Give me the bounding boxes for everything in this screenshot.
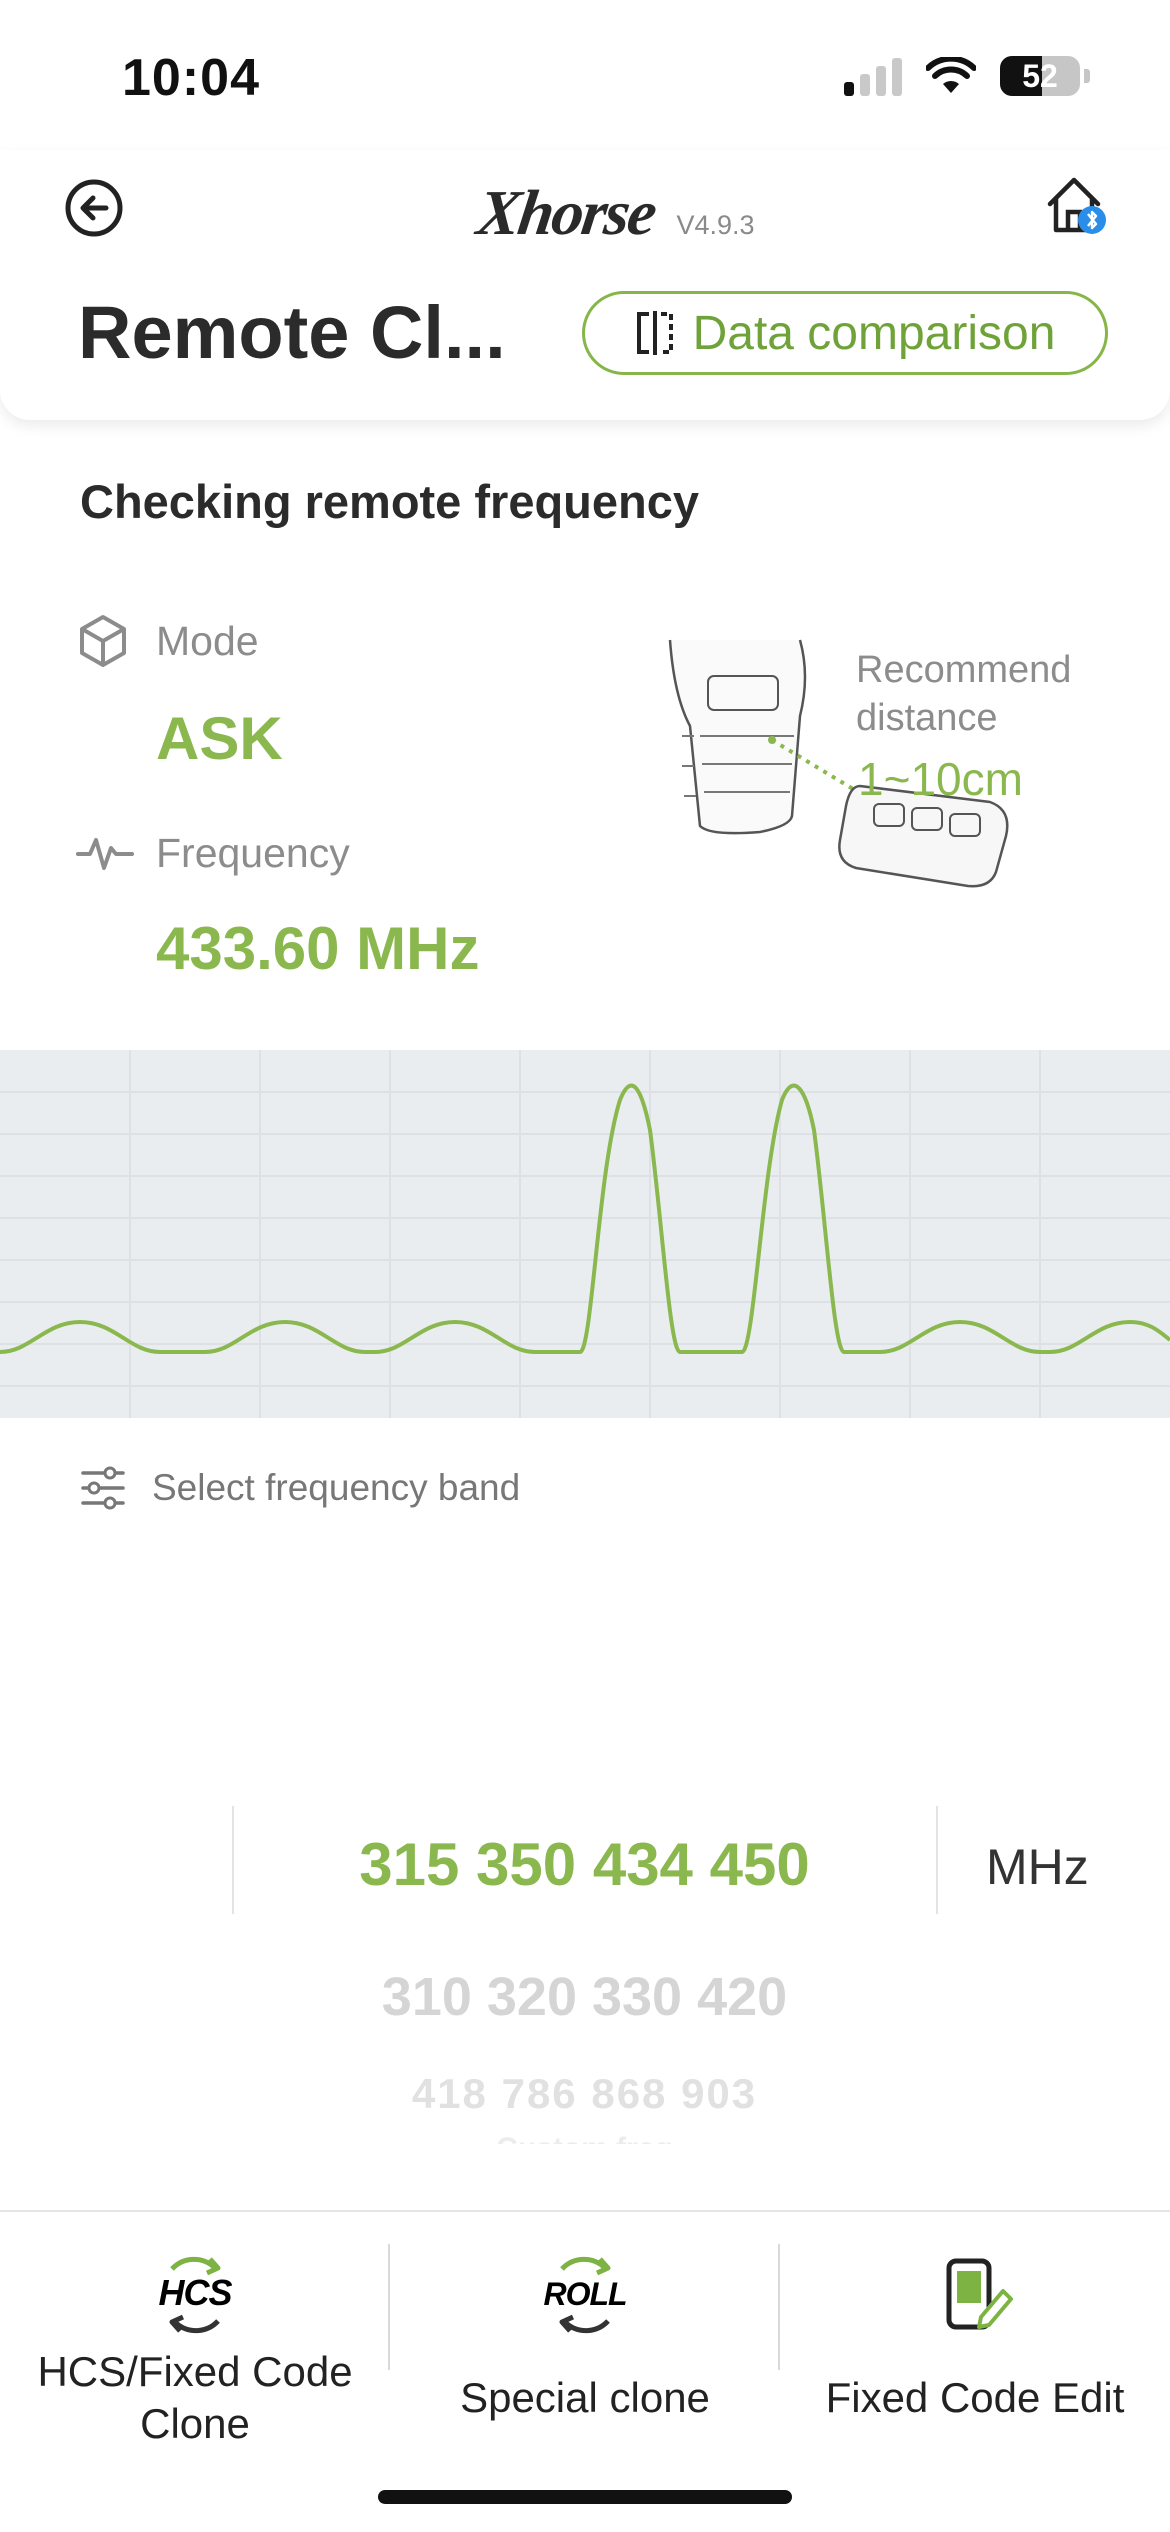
frequency-value: 433.60 MHz [156,915,480,982]
frequency-label: Frequency [156,830,350,876]
data-comparison-label: Data comparison [692,306,1056,360]
select-frequency-band[interactable]: Select frequency band [80,1466,520,1510]
special-clone-button[interactable]: ROLL Special clone [390,2252,780,2424]
recommend-label-line1: Recommend [856,649,1072,691]
wifi-icon [926,57,976,93]
data-comparison-button[interactable]: Data comparison [582,291,1108,375]
status-time: 10:04 [122,49,260,107]
section-title: Checking remote frequency [80,475,700,528]
waveform-grid [0,1050,1170,1418]
home-bluetooth-button[interactable] [1044,172,1110,238]
bottom-toolbar: HCS HCS/Fixed Code Clone ROLL Special cl… [0,2210,1170,2532]
recommend-distance-value: 1~10cm [858,753,1023,805]
hcs-label-line2: Clone [140,2400,250,2447]
picker-option[interactable]: 418 786 868 903 [232,2070,937,2118]
picker-option[interactable]: Custom freq [232,2132,937,2144]
brand: Xhorse V4.9.3 [473,176,755,250]
brand-logo: Xhorse [473,177,660,248]
mode-label: Mode [156,618,259,664]
home-indicator[interactable] [378,2490,792,2504]
status-bar: 10:04 52 [0,0,1170,150]
signal-waveform [0,1050,1170,1418]
back-button[interactable] [64,178,124,238]
picker-option-selected[interactable]: 315 350 434 450 [232,1830,937,1899]
hcs-fixed-code-clone-button[interactable]: HCS HCS/Fixed Code Clone [0,2252,390,2450]
select-frequency-band-label: Select frequency band [152,1467,521,1508]
fixed-code-edit-button[interactable]: Fixed Code Edit [780,2252,1170,2424]
hcs-label-line1: HCS/Fixed Code [37,2348,353,2395]
battery-percent: 52 [1022,57,1058,94]
hcs-icon: HCS [0,2252,390,2338]
mode-value: ASK [156,705,283,772]
picker-unit: MHz [986,1839,1089,1895]
hcs-icon-text: HCS [158,2272,232,2313]
recommend-distance-label: Recommend distance [856,646,1071,742]
cellular-signal-icon [844,56,902,96]
cube-icon [80,615,126,667]
battery-nub [1084,69,1090,83]
app-version: V4.9.3 [676,210,755,240]
recommend-label-line2: distance [856,697,998,739]
page-title: Remote Cl... [78,291,506,374]
waveform-canvas [0,1050,1170,1418]
picker-option[interactable]: 310 320 330 420 [232,1966,937,2028]
status-icons: 52 [844,56,1090,96]
roll-icon: ROLL [390,2252,780,2338]
roll-icon-text: ROLL [543,2276,626,2312]
fixed-code-edit-label: Fixed Code Edit [825,2374,1125,2421]
pulse-icon [76,838,134,870]
sliders-icon [81,1466,125,1510]
edit-icon [780,2252,1170,2338]
special-clone-label: Special clone [460,2374,710,2421]
battery-icon: 52 [1000,56,1080,96]
compare-icon [636,311,673,355]
